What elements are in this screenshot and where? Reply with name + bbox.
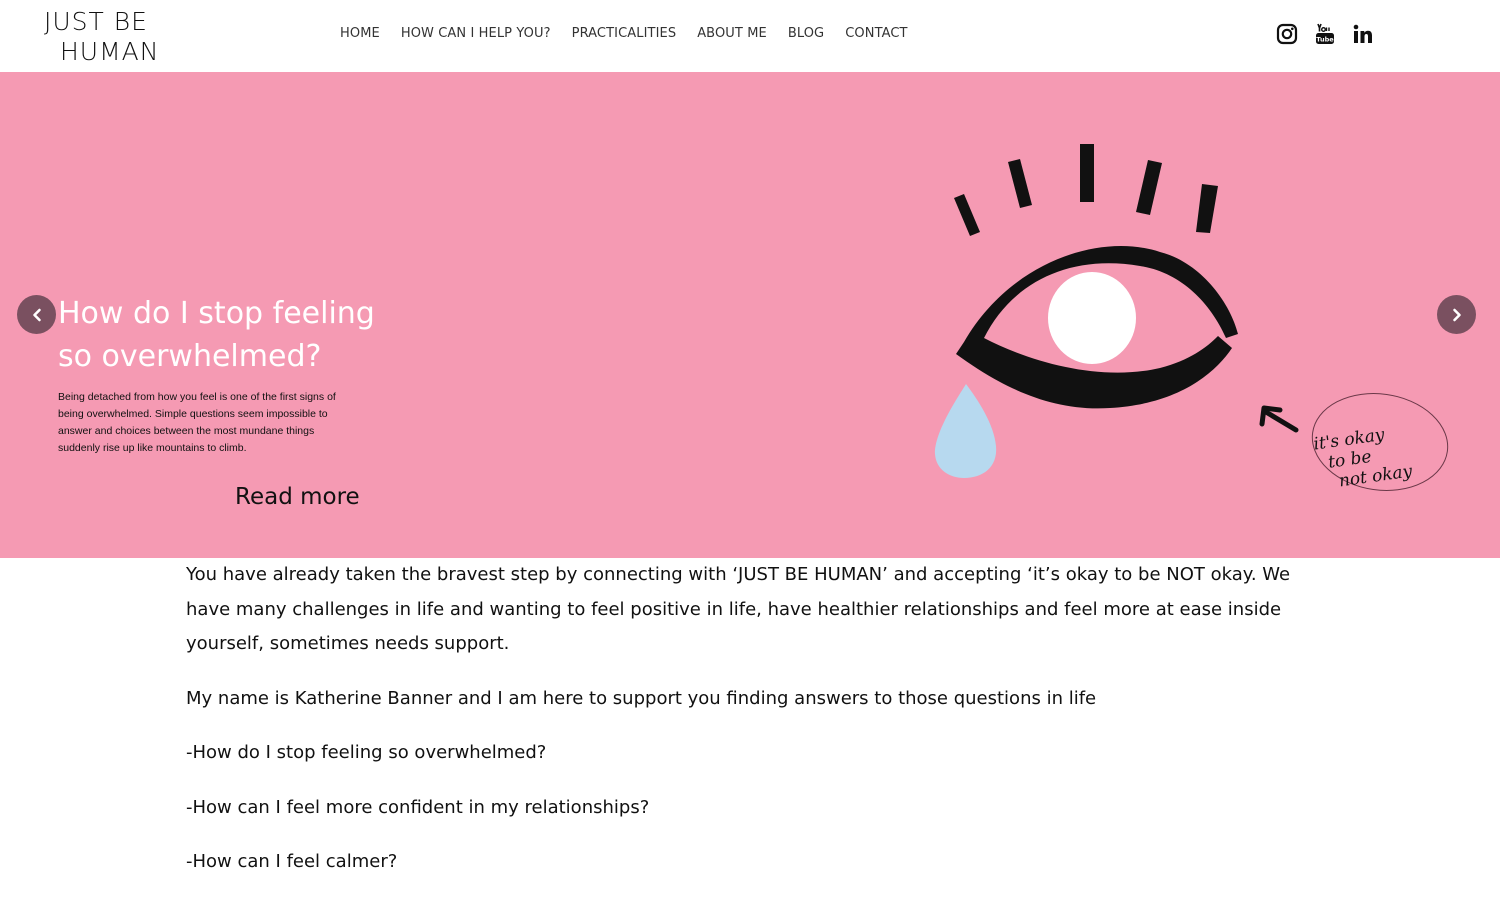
main-nav: HOME HOW CAN I HELP YOU? PRACTICALITIES …	[340, 26, 929, 41]
slider-next-button[interactable]	[1437, 295, 1476, 334]
linkedin-icon[interactable]	[1351, 22, 1375, 46]
logo-line-1: JUST BE	[44, 7, 148, 36]
youtube-icon[interactable]: Tube	[1313, 22, 1337, 46]
slider-prev-button[interactable]	[17, 295, 56, 334]
nav-about-me[interactable]: ABOUT ME	[697, 26, 767, 41]
logo-line-2: HUMAN	[60, 37, 160, 66]
chevron-left-icon	[32, 308, 41, 321]
question-item: -How can I feel more confident in my rel…	[186, 796, 650, 818]
nav-how-can-i-help[interactable]: HOW CAN I HELP YOU?	[401, 26, 551, 41]
chevron-right-icon	[1452, 308, 1461, 321]
hero-description: Being detached from how you feel is one …	[58, 391, 336, 454]
main-content: You have already taken the bravest step …	[186, 558, 1296, 880]
svg-text:Tube: Tube	[1316, 36, 1334, 44]
hero-slider: How do I stop feeling so overwhelmed? Be…	[0, 72, 1500, 558]
question-item: -How do I stop feeling so overwhelmed?	[186, 742, 547, 763]
nav-practicalities[interactable]: PRACTICALITIES	[572, 26, 677, 41]
name-paragraph: My name is Katherine Banner and I am her…	[186, 687, 1097, 709]
site-header: JUST BE HUMAN HOME HOW CAN I HELP YOU? P…	[0, 0, 1500, 72]
hero-title: How do I stop feeling so overwhelmed?	[58, 296, 375, 374]
site-logo[interactable]: JUST BE HUMAN	[44, 7, 159, 67]
instagram-icon[interactable]	[1275, 22, 1299, 46]
social-links: Tube	[1275, 22, 1375, 46]
nav-home[interactable]: HOME	[340, 26, 380, 41]
intro-paragraph: You have already taken the bravest step …	[186, 564, 1291, 654]
nav-blog[interactable]: BLOG	[788, 26, 824, 41]
nav-contact[interactable]: CONTACT	[845, 26, 907, 41]
question-item: -How can I feel calmer?	[186, 851, 398, 872]
read-more-link[interactable]: Read more	[235, 484, 360, 510]
